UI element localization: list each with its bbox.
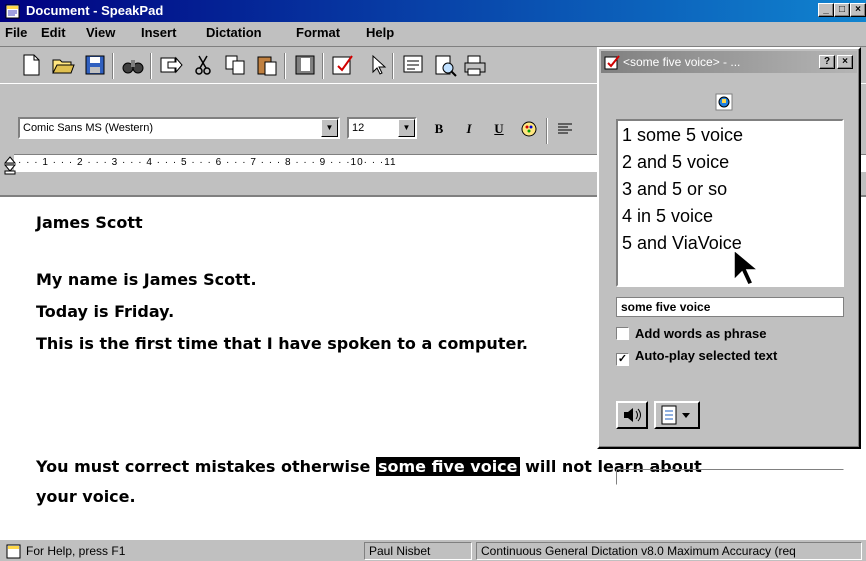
list-item[interactable]: 4 in 5 voice (622, 206, 713, 227)
doc-line: Today is Friday. (36, 302, 175, 321)
microphone-button[interactable] (711, 89, 737, 115)
highlight-color-icon[interactable] (518, 118, 540, 140)
toolbar-separator (112, 53, 114, 79)
align-left-icon[interactable] (554, 118, 576, 140)
chevron-down-icon[interactable]: ▼ (398, 119, 415, 137)
toolbar-separator (546, 118, 548, 144)
dialog-title: <some five voice> - ... (623, 55, 741, 69)
menu-insert[interactable]: Insert (141, 25, 176, 40)
selected-text[interactable]: some five voice (375, 457, 520, 476)
menu-edit[interactable]: Edit (41, 25, 66, 40)
speakpad-app-icon (5, 4, 20, 19)
dialog-title-bar[interactable]: <some five voice> - ... ? × (601, 51, 857, 73)
dialog-help-button[interactable]: ? (819, 55, 835, 69)
list-item[interactable]: 1 some 5 voice (622, 125, 743, 146)
doc-text: You must correct mistakes otherwise (36, 457, 376, 476)
toolbar-separator (284, 53, 286, 79)
add-words-checkbox[interactable]: Add words as phrase (616, 326, 766, 341)
cut-scissors-icon[interactable] (190, 52, 216, 78)
minimize-button[interactable]: _ (818, 3, 834, 17)
doc-line: This is the first time that I have spoke… (36, 334, 529, 353)
add-words-label: Add words as phrase (635, 326, 767, 341)
checkbox-box[interactable]: ✓ (616, 353, 629, 366)
mouse-cursor-icon (733, 248, 761, 286)
font-name-select[interactable]: Comic Sans MS (Western) ▼ (18, 117, 340, 139)
paste-icon[interactable] (254, 52, 280, 78)
options-dropdown-button[interactable] (654, 401, 700, 429)
correction-text-field[interactable]: some five voice (616, 297, 844, 317)
menu-view[interactable]: View (86, 25, 115, 40)
play-speaker-button[interactable] (616, 401, 648, 429)
chevron-down-icon[interactable]: ▼ (321, 119, 338, 137)
find-binoculars-icon[interactable] (120, 52, 146, 78)
list-item[interactable]: 5 and ViaVoice (622, 233, 742, 254)
correction-icon[interactable] (330, 52, 356, 78)
autoplay-checkbox[interactable]: ✓ Auto-play selected text (616, 348, 777, 366)
new-document-icon[interactable] (18, 52, 44, 78)
toolbar-separator (392, 53, 394, 79)
italic-button[interactable]: I (458, 118, 480, 140)
toolbar-separator (150, 53, 152, 79)
save-icon[interactable] (82, 52, 108, 78)
pointer-arrow-icon[interactable] (364, 52, 390, 78)
font-name-value: Comic Sans MS (Western) (23, 122, 153, 134)
correction-dialog-icon (604, 55, 620, 70)
dialog-status-field (616, 469, 844, 485)
alternatives-list[interactable]: 1 some 5 voice 2 and 5 voice 3 and 5 or … (616, 119, 844, 287)
menu-help[interactable]: Help (366, 25, 394, 40)
indent-marker-icon[interactable] (0, 155, 20, 175)
underline-button[interactable]: U (488, 118, 510, 140)
doc-line: My name is James Scott. (36, 270, 257, 289)
speakpad-window: Document - SpeakPad _ □ × File Edit View… (0, 0, 866, 561)
list-item[interactable]: 2 and 5 voice (622, 152, 729, 173)
status-bar: For Help, press F1 Paul Nisbet Continuou… (0, 540, 866, 561)
status-user: Paul Nisbet (364, 542, 472, 560)
list-item[interactable]: 3 and 5 or so (622, 179, 727, 200)
document-list-icon (661, 405, 690, 425)
status-mode: Continuous General Dictation v8.0 Maximu… (476, 542, 862, 560)
menu-file[interactable]: File (5, 25, 27, 40)
menu-dictation[interactable]: Dictation (206, 25, 262, 40)
bold-button[interactable]: B (428, 118, 450, 140)
ruler-ticks: · · · 1 · · · 2 · · · 3 · · · 4 · · · 5 … (18, 157, 397, 168)
copy-icon[interactable] (222, 52, 248, 78)
menu-bar: File Edit View Insert Dictation Format H… (0, 22, 866, 43)
send-arrow-icon[interactable] (158, 52, 184, 78)
doc-line: your voice. (36, 487, 136, 506)
doc-paragraph: You must correct mistakes otherwise some… (36, 457, 702, 476)
open-folder-icon[interactable] (50, 52, 76, 78)
checkbox-box[interactable] (616, 327, 629, 340)
speakpad-status-icon (6, 544, 21, 559)
status-help-text: For Help, press F1 (26, 544, 126, 558)
document-properties-icon[interactable] (292, 52, 318, 78)
autoplay-label: Auto-play selected text (635, 348, 778, 363)
menu-format[interactable]: Format (296, 25, 340, 40)
speaker-icon (624, 408, 641, 422)
toolbar-separator (322, 53, 324, 79)
font-size-value: 12 (352, 122, 365, 134)
doc-line: James Scott (36, 213, 143, 232)
correction-dialog: <some five voice> - ... ? × 1 some 5 voi… (597, 47, 861, 485)
print-preview-icon[interactable] (432, 52, 458, 78)
close-button[interactable]: × (850, 3, 866, 17)
print-icon[interactable] (462, 52, 488, 78)
read-text-icon[interactable] (400, 52, 426, 78)
title-bar[interactable]: Document - SpeakPad _ □ × (0, 0, 866, 22)
maximize-button[interactable]: □ (834, 3, 850, 17)
font-size-select[interactable]: 12 ▼ (347, 117, 417, 139)
dialog-close-button[interactable]: × (837, 55, 853, 69)
window-title: Document - SpeakPad (26, 3, 164, 18)
